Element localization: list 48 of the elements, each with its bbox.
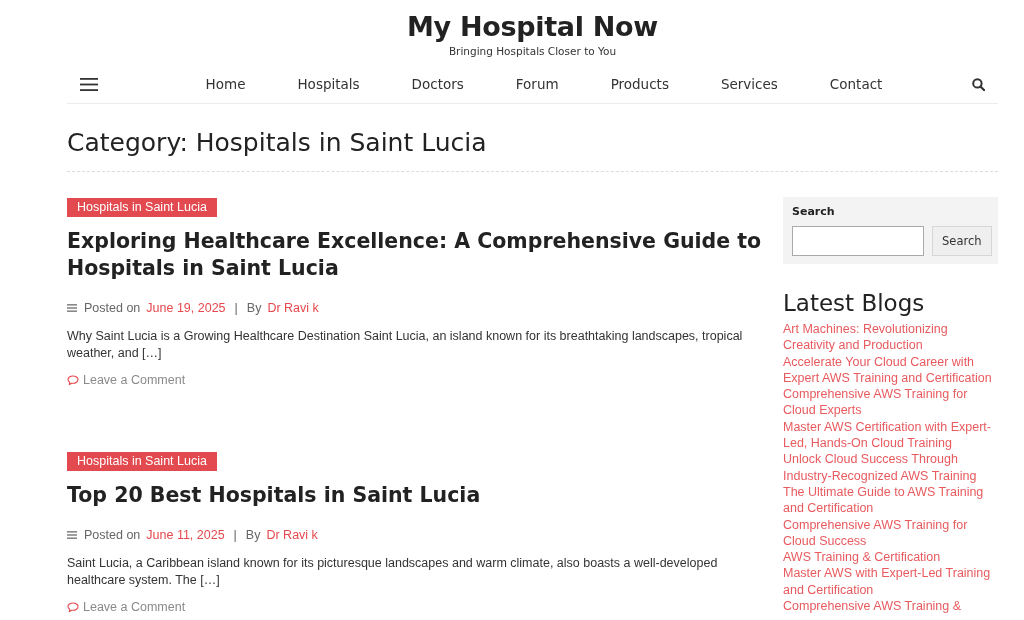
meta-separator: |: [234, 300, 238, 316]
blog-link[interactable]: Master AWS with Expert-Led Training and Certification: [783, 565, 998, 599]
leave-comment-link[interactable]: Leave a Comment: [83, 373, 186, 387]
blog-link[interactable]: Unlock Cloud Success Through Industry-Recognized AWS Training: [783, 451, 998, 484]
by-label: By: [246, 300, 262, 316]
nav-link[interactable]: Hospitals: [297, 76, 360, 92]
blog-link[interactable]: Master AWS Certification with Expert-Led, Hands-On Cloud Training: [783, 418, 998, 452]
meta-separator: |: [233, 527, 237, 543]
site-tagline: Bringing Hospitals Closer to You: [448, 44, 617, 58]
latest-blogs-heading: Latest Blogs: [783, 289, 926, 318]
search-input[interactable]: [792, 226, 924, 256]
blog-link[interactable]: AWS Training & Certification: [783, 549, 998, 566]
category-heading: Category: Hospitals in Saint Lucia: [67, 126, 998, 172]
author-link[interactable]: Dr Ravi k: [267, 300, 319, 316]
category-tag[interactable]: Hospitals in Saint Lucia: [67, 452, 217, 471]
menu-icon[interactable]: [80, 77, 98, 91]
post-date-link[interactable]: June 19, 2025: [146, 300, 226, 316]
posted-on-label: Posted on: [84, 527, 141, 543]
nav-link[interactable]: Home: [205, 76, 246, 92]
blog-link[interactable]: Art Machines: Revolutionizing Creativity and Production: [783, 321, 998, 354]
list-icon: [67, 304, 77, 312]
nav-link[interactable]: Services: [720, 76, 778, 92]
nav-link[interactable]: Contact: [829, 76, 883, 92]
leave-comment-link[interactable]: Leave a Comment: [83, 600, 186, 614]
author-link[interactable]: Dr Ravi k: [266, 527, 318, 543]
post-excerpt: Why Saint Lucia is a Growing Healthcare Destination Saint Lucia, an island known for its breathtaking landscapes, tropical weather, and […]: [67, 328, 744, 361]
blog-link[interactable]: Accelerate Your Cloud Career with Expert AWS Training and Certification: [783, 353, 998, 387]
speech-bubble-icon: [67, 601, 79, 613]
post-title[interactable]: Top 20 Best Hospitals in Saint Lucia: [67, 482, 763, 509]
blog-link[interactable]: The Ultimate Guide to AWS Training and Certification: [783, 483, 998, 517]
search-icon[interactable]: [972, 77, 985, 91]
category-tag[interactable]: Hospitals in Saint Lucia: [67, 198, 217, 217]
post-date-link[interactable]: June 11, 2025: [146, 527, 225, 543]
search-button[interactable]: Search: [932, 226, 992, 256]
site-title[interactable]: My Hospital Now: [406, 10, 658, 44]
by-label: By: [245, 527, 261, 543]
blog-link[interactable]: Comprehensive AWS Training for Cloud Experts: [783, 386, 998, 419]
speech-bubble-icon: [67, 374, 79, 386]
blog-link[interactable]: Comprehensive AWS Training for Cloud Success: [783, 516, 998, 550]
search-label: Search: [792, 205, 836, 219]
nav-link[interactable]: Products: [610, 76, 669, 92]
post-excerpt: Saint Lucia, a Caribbean island known for its picturesque landscapes and warm climate, also boasts a well-developed healthcare system. The […]: [67, 555, 719, 588]
nav-link[interactable]: Doctors: [411, 76, 464, 92]
list-icon: [67, 531, 77, 539]
nav-link[interactable]: Forum: [515, 76, 559, 92]
posted-on-label: Posted on: [84, 300, 141, 316]
blog-link[interactable]: Comprehensive AWS Training &: [783, 598, 998, 615]
post-title[interactable]: Exploring Healthcare Excellence: A Comprehensive Guide to Hospitals in Saint Lucia: [67, 228, 763, 282]
